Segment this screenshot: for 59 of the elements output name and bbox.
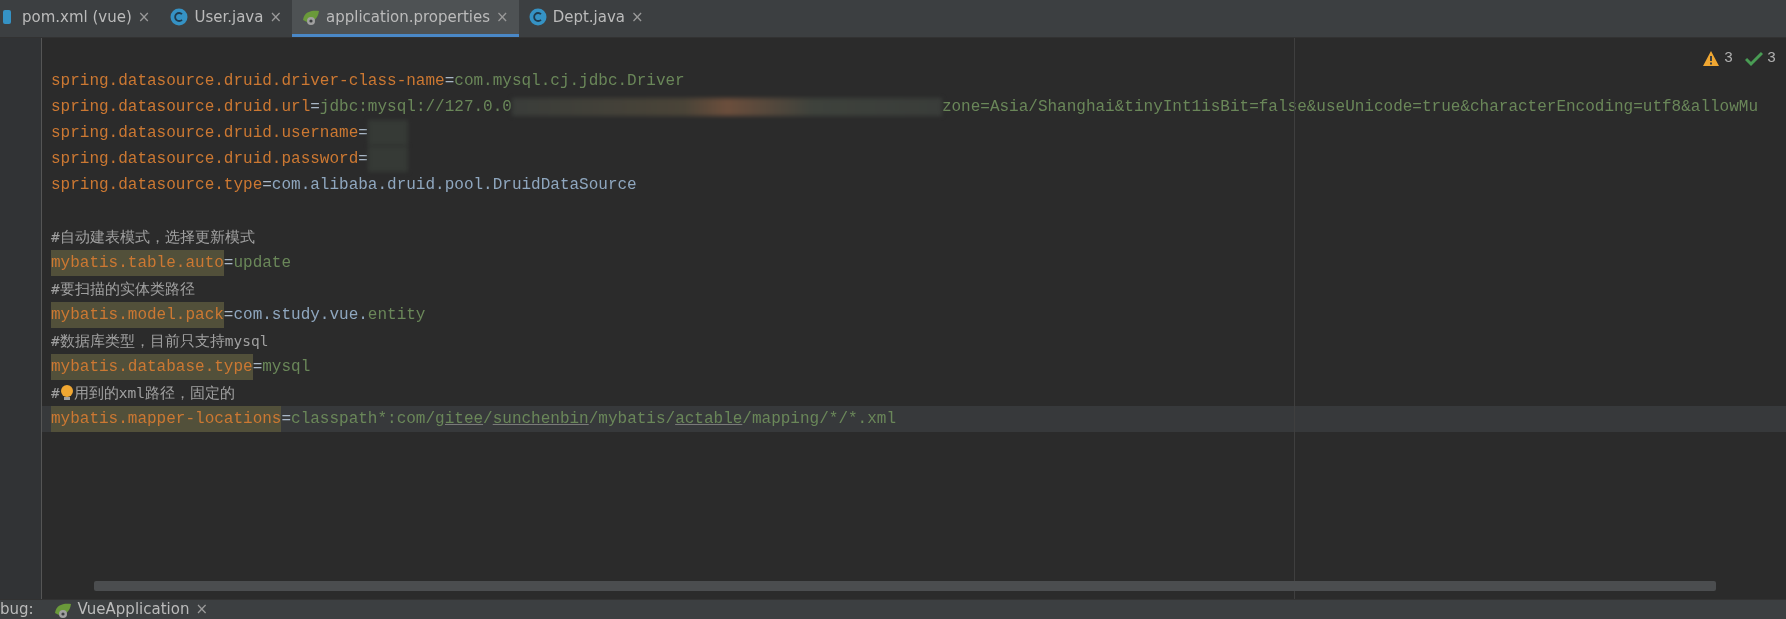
property-value: com.mysql.cj.jdbc.Driver (454, 71, 685, 92)
scrollbar-thumb[interactable] (94, 581, 1716, 591)
property-value: /mapping/*/*.xml (742, 409, 896, 430)
leaf-gear-icon (302, 8, 320, 26)
run-tab[interactable]: VueApplication × (53, 600, 208, 619)
checkmark-icon (1745, 50, 1763, 69)
equals-sign: = (223, 253, 234, 274)
close-icon[interactable]: × (269, 5, 282, 29)
property-value: actable (675, 409, 743, 430)
close-icon[interactable]: × (195, 600, 208, 619)
code-comment: # (51, 384, 60, 403)
panel-label: bug: (0, 600, 34, 619)
class-icon (528, 8, 547, 26)
equals-sign: = (223, 305, 234, 326)
property-value: jdbc:mysql://127.0.0 (319, 97, 512, 118)
property-value: sunchenbin (492, 409, 589, 430)
property-key: spring.datasource.druid.driver-class-name (51, 68, 445, 94)
class-icon (170, 8, 189, 26)
property-value: com.alibaba.druid.pool.DruidDataSource (271, 175, 637, 196)
property-value: gitee (435, 409, 484, 430)
problem-count: 3 (1767, 49, 1776, 69)
lightbulb-icon (59, 384, 74, 402)
code-comment: #自动建表模式，选择更新模式 (51, 228, 255, 247)
code-comment: #要扫描的实体类路径 (51, 280, 195, 299)
close-icon[interactable]: × (631, 5, 644, 29)
close-icon[interactable]: × (496, 5, 509, 29)
property-value: mysql (262, 357, 311, 378)
equals-sign: = (262, 175, 272, 196)
property-value: zone=Asia/Shanghai&tinyInt1isBit=false&useUnicode=true&characterEncoding=utf8&allowMu (941, 97, 1759, 118)
property-key: spring.datasource.druid.password (51, 146, 359, 172)
property-key: spring.datasource.type (51, 172, 263, 198)
equals-sign: = (358, 149, 368, 170)
code-comment: 用到的xml路径，固定的 (73, 384, 235, 403)
code-editor[interactable] (42, 38, 1786, 599)
property-key: mybatis.database.type (51, 354, 253, 380)
property-value: entity (367, 305, 426, 326)
warning-icon (1701, 50, 1720, 69)
property-value: update (233, 253, 292, 274)
editor-tab[interactable]: application.properties × (292, 0, 519, 37)
property-key: mybatis.model.pack (51, 302, 224, 328)
property-value: classpath*:com/ (291, 409, 436, 430)
equals-sign: = (281, 409, 292, 430)
code-comment: #数据库类型，目前只支持mysql (51, 332, 269, 351)
editor-tab[interactable]: User.java × (160, 0, 292, 37)
property-value: /mybatis/ (588, 409, 676, 430)
editor-tab[interactable]: pom.xml (vue) × (0, 0, 161, 37)
property-key: spring.datasource.druid.url (51, 94, 311, 120)
property-value: com.study.vue. (233, 305, 368, 326)
property-key: mybatis.table.auto (51, 250, 224, 276)
equals-sign: = (310, 97, 320, 118)
close-icon[interactable]: × (137, 5, 151, 29)
property-value: / (483, 409, 493, 430)
property-key: mybatis.mapper-locations (51, 406, 282, 432)
problem-count: 3 (1723, 49, 1733, 69)
equals-sign: = (358, 123, 368, 144)
editor-tab[interactable]: Dept.java × (518, 0, 654, 37)
equals-sign: = (252, 357, 263, 378)
property-key: spring.datasource.druid.username (51, 120, 359, 146)
equals-sign: = (444, 71, 455, 92)
